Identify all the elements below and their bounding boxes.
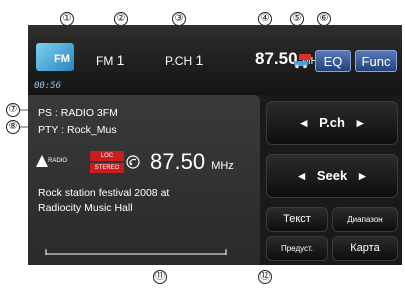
fm-source-icon[interactable]: FM <box>36 35 82 85</box>
preset-list-button[interactable]: Предуст. <box>266 236 328 261</box>
radio-logo-triangle <box>36 155 48 167</box>
top-bar: FM 00:56 FM 1 P.CH 1 87.50 MHz EQ Func <box>28 25 402 95</box>
seek-left-arrow-icon[interactable]: ◄ <box>296 169 308 183</box>
radio-logo-text: RADIO <box>48 158 68 164</box>
main-frequency: 87.50 MHz <box>150 149 234 175</box>
text-button[interactable]: Текст <box>266 207 328 232</box>
top-frequency-value: 87.50 <box>255 49 298 68</box>
callout-7: ⑦ <box>6 103 20 117</box>
seek-label: Seek <box>316 168 348 183</box>
preset-label: P.CH <box>165 54 193 68</box>
pch-right-arrow-icon[interactable]: ► <box>354 116 366 130</box>
band-label: FM <box>96 54 114 68</box>
source-label: FM <box>54 53 70 65</box>
callout-8: ⑧ <box>6 120 20 134</box>
clock: 00:56 <box>34 81 62 91</box>
band-number: 1 <box>116 52 125 68</box>
callout-4: ④ <box>258 12 272 26</box>
main-frequency-unit: MHz <box>211 160 234 172</box>
band-indicator: FM 1 <box>96 52 124 68</box>
eq-button[interactable]: EQ <box>315 50 351 72</box>
pch-label: P.ch <box>319 115 345 130</box>
program-type: PTY : Rock_Mus <box>38 124 117 136</box>
func-button[interactable]: Func <box>355 50 397 72</box>
map-button[interactable]: Карта <box>332 236 398 261</box>
program-service-name: PS : RADIO 3FM <box>38 107 118 119</box>
preset-channel-indicator: P.CH 1 <box>165 52 203 68</box>
callout-5: ⑤ <box>290 12 304 26</box>
signal-strength-icon <box>126 155 140 169</box>
callout-3: ③ <box>172 12 186 26</box>
main-frequency-value: 87.50 <box>150 149 206 174</box>
preset-channel-button[interactable]: ◄ P.ch ► <box>266 101 398 145</box>
pch-left-arrow-icon[interactable]: ◄ <box>298 116 310 130</box>
callout-1: ① <box>60 12 74 26</box>
radio-logo-icon: RADIO <box>36 155 68 169</box>
preset-number: 1 <box>195 52 204 68</box>
status-indicators: LOC STEREO <box>90 151 124 175</box>
station-info-panel: PS : RADIO 3FM PTY : Rock_Mus RADIO LOC … <box>28 95 260 265</box>
callout-11: ⑪ <box>153 270 167 284</box>
seek-right-arrow-icon[interactable]: ► <box>357 169 369 183</box>
seek-button[interactable]: ◄ Seek ► <box>266 154 398 198</box>
callout-12: ⑫ <box>258 270 272 284</box>
callout-2: ② <box>114 12 128 26</box>
tuner-screen: FM 00:56 FM 1 P.CH 1 87.50 MHz EQ Func P… <box>28 25 402 265</box>
traffic-announcement-icon <box>294 54 311 69</box>
radio-text-bracket <box>45 249 227 255</box>
radio-text: Rock station festival 2008 at Radiocity … <box>38 187 170 214</box>
callout-6: ⑥ <box>317 12 331 26</box>
local-indicator: LOC <box>90 151 124 161</box>
stereo-indicator: STEREO <box>90 163 124 173</box>
band-range-button[interactable]: Диапазон <box>332 207 398 232</box>
